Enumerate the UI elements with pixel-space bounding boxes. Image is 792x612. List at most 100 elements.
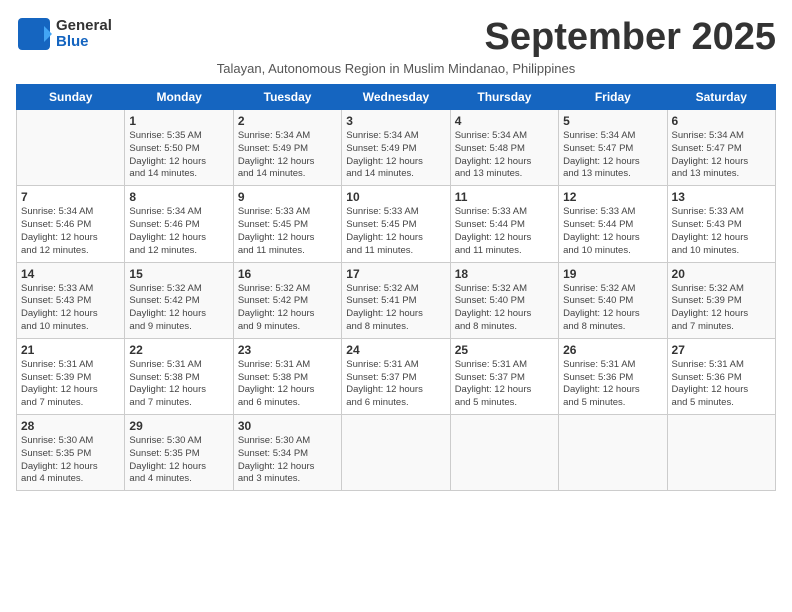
calendar-cell: 25 Sunrise: 5:31 AM Sunset: 5:37 PM Dayli… <box>450 338 558 414</box>
logo: General Blue <box>16 16 112 52</box>
day-number: 8 <box>129 190 228 204</box>
day-number: 21 <box>21 343 120 357</box>
day-info: Sunrise: 5:31 AM Sunset: 5:38 PM Dayligh… <box>238 359 337 410</box>
day-number: 27 <box>672 343 771 357</box>
calendar-cell: 6 Sunrise: 5:34 AM Sunset: 5:47 PM Daylig… <box>667 110 775 186</box>
day-info: Sunrise: 5:34 AM Sunset: 5:46 PM Dayligh… <box>21 206 120 257</box>
day-number: 18 <box>455 267 554 281</box>
weekday-header-wednesday: Wednesday <box>342 85 450 110</box>
weekday-header-sunday: Sunday <box>17 85 125 110</box>
day-number: 13 <box>672 190 771 204</box>
day-number: 6 <box>672 114 771 128</box>
day-number: 29 <box>129 419 228 433</box>
day-number: 5 <box>563 114 662 128</box>
day-info: Sunrise: 5:31 AM Sunset: 5:37 PM Dayligh… <box>455 359 554 410</box>
day-info: Sunrise: 5:33 AM Sunset: 5:45 PM Dayligh… <box>238 206 337 257</box>
calendar-cell: 12Sunrise: 5:33 AM Sunset: 5:44 PM Dayli… <box>559 186 667 262</box>
day-number: 2 <box>238 114 337 128</box>
logo-line2: Blue <box>56 34 112 51</box>
day-number: 12 <box>563 190 662 204</box>
day-number: 7 <box>21 190 120 204</box>
calendar-cell <box>342 415 450 491</box>
day-info: Sunrise: 5:32 AM Sunset: 5:39 PM Dayligh… <box>672 283 771 334</box>
day-info: Sunrise: 5:33 AM Sunset: 5:43 PM Dayligh… <box>672 206 771 257</box>
calendar-cell <box>667 415 775 491</box>
day-number: 9 <box>238 190 337 204</box>
day-info: Sunrise: 5:32 AM Sunset: 5:42 PM Dayligh… <box>238 283 337 334</box>
calendar-cell: 23 Sunrise: 5:31 AM Sunset: 5:38 PM Dayli… <box>233 338 341 414</box>
day-info: Sunrise: 5:33 AM Sunset: 5:44 PM Dayligh… <box>455 206 554 257</box>
calendar-cell: 14 Sunrise: 5:33 AM Sunset: 5:43 PM Dayli… <box>17 262 125 338</box>
day-info: Sunrise: 5:35 AM Sunset: 5:50 PM Dayligh… <box>129 130 228 181</box>
day-info: Sunrise: 5:34 AM Sunset: 5:47 PM Dayligh… <box>672 130 771 181</box>
day-info: Sunrise: 5:32 AM Sunset: 5:42 PM Dayligh… <box>129 283 228 334</box>
day-info: Sunrise: 5:33 AM Sunset: 5:43 PM Dayligh… <box>21 283 120 334</box>
day-number: 16 <box>238 267 337 281</box>
day-info: Sunrise: 5:31 AM Sunset: 5:36 PM Dayligh… <box>672 359 771 410</box>
calendar-cell: 5 Sunrise: 5:34 AM Sunset: 5:47 PM Daylig… <box>559 110 667 186</box>
day-number: 25 <box>455 343 554 357</box>
day-number: 15 <box>129 267 228 281</box>
day-info: Sunrise: 5:31 AM Sunset: 5:36 PM Dayligh… <box>563 359 662 410</box>
day-info: Sunrise: 5:32 AM Sunset: 5:41 PM Dayligh… <box>346 283 445 334</box>
day-info: Sunrise: 5:34 AM Sunset: 5:49 PM Dayligh… <box>346 130 445 181</box>
day-info: Sunrise: 5:32 AM Sunset: 5:40 PM Dayligh… <box>563 283 662 334</box>
calendar-cell: 27 Sunrise: 5:31 AM Sunset: 5:36 PM Dayli… <box>667 338 775 414</box>
calendar-cell: 22 Sunrise: 5:31 AM Sunset: 5:38 PM Dayli… <box>125 338 233 414</box>
day-number: 4 <box>455 114 554 128</box>
month-title: September 2025 <box>485 16 777 59</box>
location-title: Talayan, Autonomous Region in Muslim Min… <box>16 61 776 76</box>
day-number: 24 <box>346 343 445 357</box>
day-info: Sunrise: 5:30 AM Sunset: 5:35 PM Dayligh… <box>21 435 120 486</box>
day-number: 28 <box>21 419 120 433</box>
calendar-cell: 9 Sunrise: 5:33 AM Sunset: 5:45 PM Daylig… <box>233 186 341 262</box>
day-number: 10 <box>346 190 445 204</box>
calendar-cell <box>450 415 558 491</box>
day-number: 30 <box>238 419 337 433</box>
day-number: 14 <box>21 267 120 281</box>
day-number: 19 <box>563 267 662 281</box>
calendar-cell: 13 Sunrise: 5:33 AM Sunset: 5:43 PM Dayli… <box>667 186 775 262</box>
day-number: 23 <box>238 343 337 357</box>
calendar-cell: 10Sunrise: 5:33 AM Sunset: 5:45 PM Dayli… <box>342 186 450 262</box>
calendar-cell: 7 Sunrise: 5:34 AM Sunset: 5:46 PM Daylig… <box>17 186 125 262</box>
day-info: Sunrise: 5:31 AM Sunset: 5:37 PM Dayligh… <box>346 359 445 410</box>
calendar-cell <box>559 415 667 491</box>
weekday-header-saturday: Saturday <box>667 85 775 110</box>
calendar-cell: 29 Sunrise: 5:30 AM Sunset: 5:35 PM Dayli… <box>125 415 233 491</box>
day-info: Sunrise: 5:31 AM Sunset: 5:39 PM Dayligh… <box>21 359 120 410</box>
weekday-header-friday: Friday <box>559 85 667 110</box>
day-info: Sunrise: 5:34 AM Sunset: 5:48 PM Dayligh… <box>455 130 554 181</box>
calendar-cell: 2Sunrise: 5:34 AM Sunset: 5:49 PM Daylig… <box>233 110 341 186</box>
calendar-cell: 21 Sunrise: 5:31 AM Sunset: 5:39 PM Dayli… <box>17 338 125 414</box>
calendar-cell: 3Sunrise: 5:34 AM Sunset: 5:49 PM Daylig… <box>342 110 450 186</box>
day-number: 11 <box>455 190 554 204</box>
day-info: Sunrise: 5:32 AM Sunset: 5:40 PM Dayligh… <box>455 283 554 334</box>
day-info: Sunrise: 5:31 AM Sunset: 5:38 PM Dayligh… <box>129 359 228 410</box>
weekday-header-tuesday: Tuesday <box>233 85 341 110</box>
calendar-cell: 15 Sunrise: 5:32 AM Sunset: 5:42 PM Dayli… <box>125 262 233 338</box>
day-number: 1 <box>129 114 228 128</box>
calendar-cell: 19 Sunrise: 5:32 AM Sunset: 5:40 PM Dayli… <box>559 262 667 338</box>
day-info: Sunrise: 5:30 AM Sunset: 5:35 PM Dayligh… <box>129 435 228 486</box>
calendar-cell: 24 Sunrise: 5:31 AM Sunset: 5:37 PM Dayli… <box>342 338 450 414</box>
weekday-header-monday: Monday <box>125 85 233 110</box>
logo-line1: General <box>56 18 112 35</box>
day-info: Sunrise: 5:34 AM Sunset: 5:47 PM Dayligh… <box>563 130 662 181</box>
calendar-cell: 17 Sunrise: 5:32 AM Sunset: 5:41 PM Dayli… <box>342 262 450 338</box>
day-number: 20 <box>672 267 771 281</box>
day-number: 22 <box>129 343 228 357</box>
calendar-cell <box>17 110 125 186</box>
calendar-cell: 4 Sunrise: 5:34 AM Sunset: 5:48 PM Daylig… <box>450 110 558 186</box>
calendar-cell: 28 Sunrise: 5:30 AM Sunset: 5:35 PM Dayli… <box>17 415 125 491</box>
calendar-cell: 16 Sunrise: 5:32 AM Sunset: 5:42 PM Dayli… <box>233 262 341 338</box>
day-number: 17 <box>346 267 445 281</box>
calendar-cell: 26 Sunrise: 5:31 AM Sunset: 5:36 PM Dayli… <box>559 338 667 414</box>
weekday-header-thursday: Thursday <box>450 85 558 110</box>
logo-icon <box>16 16 52 52</box>
calendar-cell: 20 Sunrise: 5:32 AM Sunset: 5:39 PM Dayli… <box>667 262 775 338</box>
calendar-cell: 8Sunrise: 5:34 AM Sunset: 5:46 PM Daylig… <box>125 186 233 262</box>
day-number: 26 <box>563 343 662 357</box>
calendar-cell: 30Sunrise: 5:30 AM Sunset: 5:34 PM Dayli… <box>233 415 341 491</box>
calendar-cell: 18 Sunrise: 5:32 AM Sunset: 5:40 PM Dayli… <box>450 262 558 338</box>
